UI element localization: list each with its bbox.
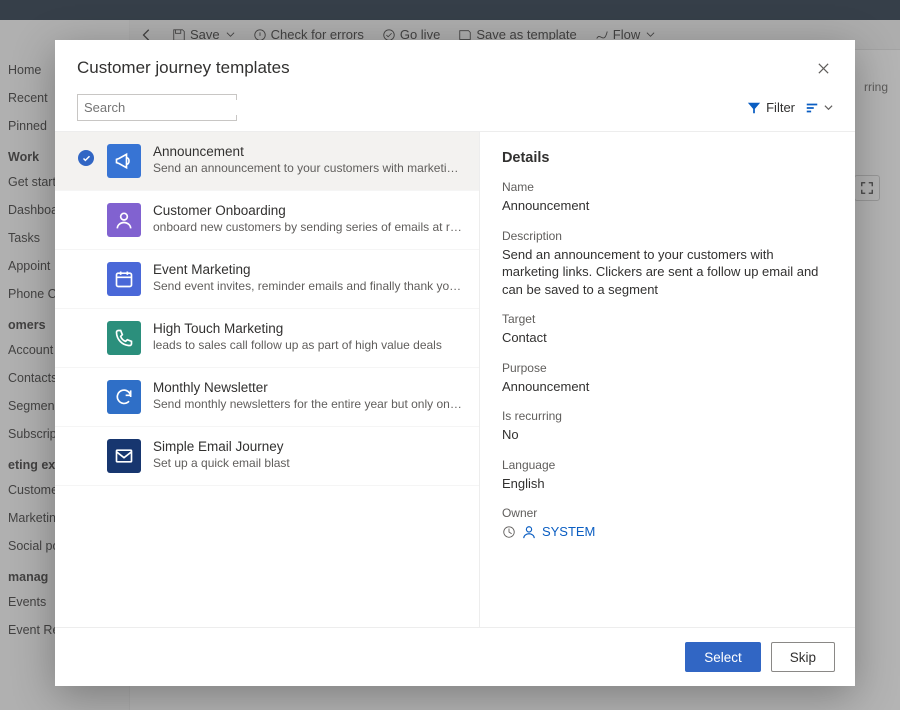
details-description-label: Description xyxy=(502,229,833,243)
template-gallery-modal: Customer journey templates Filter A xyxy=(55,40,855,686)
sort-button[interactable] xyxy=(805,101,833,115)
phone-icon xyxy=(107,321,141,355)
details-language-value: English xyxy=(502,475,833,493)
details-purpose-label: Purpose xyxy=(502,361,833,375)
details-target-value: Contact xyxy=(502,329,833,347)
details-recurring-value: No xyxy=(502,426,833,444)
template-item[interactable]: Event Marketing Send event invites, remi… xyxy=(55,250,479,309)
details-target-label: Target xyxy=(502,312,833,326)
sort-icon xyxy=(805,101,819,115)
close-button[interactable] xyxy=(813,58,833,78)
details-panel: Details Name Announcement Description Se… xyxy=(480,132,855,627)
filter-button[interactable]: Filter xyxy=(747,100,795,115)
details-name-value: Announcement xyxy=(502,197,833,215)
template-title: Customer Onboarding xyxy=(153,203,463,218)
close-icon xyxy=(817,62,830,75)
selection-slot xyxy=(77,439,95,445)
refresh-icon xyxy=(107,380,141,414)
selection-slot xyxy=(77,144,95,166)
filter-icon xyxy=(747,101,761,115)
person-icon xyxy=(522,525,536,539)
template-description: Send an announcement to your customers w… xyxy=(153,161,463,175)
template-item[interactable]: Monthly Newsletter Send monthly newslett… xyxy=(55,368,479,427)
template-description: Send monthly newsletters for the entire … xyxy=(153,397,463,411)
details-name-label: Name xyxy=(502,180,833,194)
template-title: Monthly Newsletter xyxy=(153,380,463,395)
filter-label: Filter xyxy=(766,100,795,115)
template-description: Send event invites, reminder emails and … xyxy=(153,279,463,293)
template-description: leads to sales call follow up as part of… xyxy=(153,338,463,352)
template-description: Set up a quick email blast xyxy=(153,456,463,470)
search-input[interactable] xyxy=(84,100,260,115)
selection-slot xyxy=(77,262,95,268)
template-title: Simple Email Journey xyxy=(153,439,463,454)
modal-title: Customer journey templates xyxy=(77,58,813,78)
clock-icon xyxy=(502,525,516,539)
calendar-icon xyxy=(107,262,141,296)
template-item[interactable]: Customer Onboarding onboard new customer… xyxy=(55,191,479,250)
template-item[interactable]: Simple Email Journey Set up a quick emai… xyxy=(55,427,479,486)
search-box[interactable] xyxy=(77,94,237,121)
template-title: High Touch Marketing xyxy=(153,321,463,336)
details-description-value: Send an announcement to your customers w… xyxy=(502,246,833,299)
template-item[interactable]: High Touch Marketing leads to sales call… xyxy=(55,309,479,368)
selection-slot xyxy=(77,321,95,327)
template-item[interactable]: Announcement Send an announcement to you… xyxy=(55,132,479,191)
details-language-label: Language xyxy=(502,458,833,472)
skip-button[interactable]: Skip xyxy=(771,642,835,672)
chevron-down-icon xyxy=(824,103,833,112)
selection-slot xyxy=(77,380,95,386)
megaphone-icon xyxy=(107,144,141,178)
template-list: Announcement Send an announcement to you… xyxy=(55,132,480,627)
details-heading: Details xyxy=(502,150,833,166)
person-icon xyxy=(107,203,141,237)
mail-icon xyxy=(107,439,141,473)
details-owner-label: Owner xyxy=(502,506,833,520)
selection-slot xyxy=(77,203,95,209)
template-title: Announcement xyxy=(153,144,463,159)
template-description: onboard new customers by sending series … xyxy=(153,220,463,234)
template-title: Event Marketing xyxy=(153,262,463,277)
details-recurring-label: Is recurring xyxy=(502,409,833,423)
details-owner-value[interactable]: SYSTEM xyxy=(542,524,595,539)
details-purpose-value: Announcement xyxy=(502,378,833,396)
select-button[interactable]: Select xyxy=(685,642,761,672)
selected-check-icon xyxy=(78,150,94,166)
